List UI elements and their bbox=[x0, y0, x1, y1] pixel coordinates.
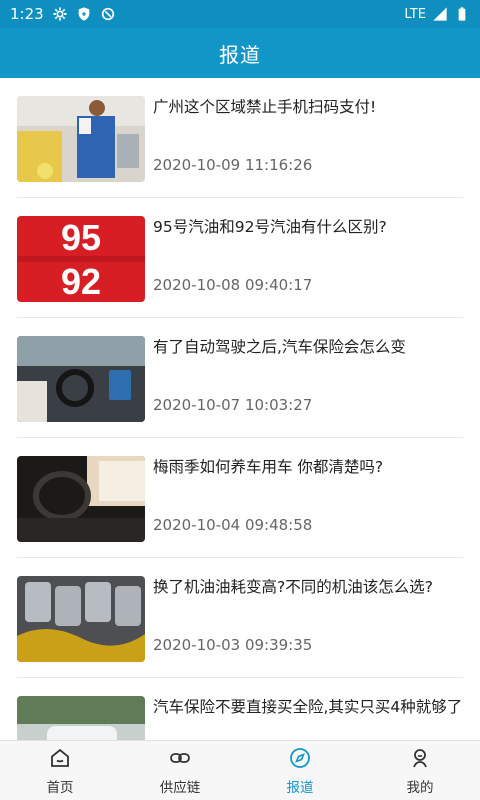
nav-profile-label: 我的 bbox=[406, 779, 434, 796]
news-date: 2020-10-03 09:39:35 bbox=[153, 636, 313, 654]
nav-home-label: 首页 bbox=[46, 779, 74, 796]
shield-icon bbox=[78, 7, 90, 21]
profile-icon bbox=[413, 748, 427, 767]
compass-icon bbox=[290, 747, 310, 768]
home-icon bbox=[51, 748, 69, 767]
battery-icon bbox=[458, 7, 466, 21]
news-item[interactable]: 95 92 95号汽油和92号汽油有什么区别? 2020-10-08 09:40… bbox=[17, 198, 463, 318]
nav-supply-chain-label: 供应链 bbox=[159, 779, 201, 796]
news-item[interactable]: 梅雨季如何养车用车 你都清楚吗? 2020-10-04 09:48:58 bbox=[17, 438, 463, 558]
news-item[interactable]: 有了自动驾驶之后,汽车保险会怎么变 2020-10-07 10:03:27 bbox=[17, 318, 463, 438]
status-bar: 1:23 LTE bbox=[0, 0, 480, 28]
news-date: 2020-10-07 10:03:27 bbox=[153, 396, 313, 414]
network-label: LTE bbox=[404, 6, 426, 22]
nav-report[interactable]: 报道 bbox=[240, 741, 360, 800]
nav-home[interactable]: 首页 bbox=[0, 741, 120, 800]
thumbnail-car-road bbox=[17, 696, 145, 740]
news-item[interactable]: 广州这个区域禁止手机扫码支付! 2020-10-09 11:16:26 bbox=[17, 78, 463, 198]
news-date: 2020-10-09 11:16:26 bbox=[153, 156, 313, 174]
news-item[interactable]: 换了机油油耗变高?不同的机油该怎么选? 2020-10-03 09:39:35 bbox=[17, 558, 463, 678]
news-title: 95号汽油和92号汽油有什么区别? bbox=[153, 218, 387, 236]
thumbnail-autonomous-car bbox=[17, 336, 145, 422]
page-title: 报道 bbox=[219, 42, 261, 67]
news-date: 2020-10-04 09:48:58 bbox=[153, 516, 313, 534]
app-bar: 报道 bbox=[0, 28, 480, 78]
status-right: LTE bbox=[404, 6, 470, 22]
nav-profile[interactable]: 我的 bbox=[360, 741, 480, 800]
news-date: 2020-10-08 09:40:17 bbox=[153, 276, 313, 294]
nav-supply-chain[interactable]: 供应链 bbox=[120, 741, 240, 800]
thumbnail-car-interior bbox=[17, 456, 145, 542]
news-title: 换了机油油耗变高?不同的机油该怎么选? bbox=[153, 578, 433, 596]
svg-text:95: 95 bbox=[61, 217, 101, 258]
gear-icon bbox=[53, 7, 67, 21]
signal-icon bbox=[433, 7, 447, 21]
thumbnail-gas-station bbox=[17, 96, 145, 182]
news-title: 广州这个区域禁止手机扫码支付! bbox=[153, 98, 377, 116]
thumbnail-engine-pistons bbox=[17, 576, 145, 662]
news-title: 梅雨季如何养车用车 你都清楚吗? bbox=[153, 458, 384, 476]
data-saver-icon bbox=[101, 7, 114, 21]
thumbnail-fuel-grade: 95 92 bbox=[17, 216, 145, 302]
svg-text:92: 92 bbox=[61, 261, 101, 302]
status-left: 1:23 bbox=[10, 5, 116, 23]
clock: 1:23 bbox=[10, 5, 44, 23]
news-list[interactable]: 广州这个区域禁止手机扫码支付! 2020-10-09 11:16:26 95 9… bbox=[0, 78, 480, 740]
bottom-navigation: 首页 供应链 报道 我的 bbox=[0, 740, 480, 800]
news-item[interactable]: 汽车保险不要直接买全险,其实只买4种就够了 bbox=[17, 678, 463, 740]
nav-report-label: 报道 bbox=[286, 779, 314, 796]
news-title: 有了自动驾驶之后,汽车保险会怎么变 bbox=[153, 338, 406, 356]
news-title: 汽车保险不要直接买全险,其实只买4种就够了 bbox=[153, 698, 463, 716]
link-icon bbox=[170, 752, 190, 763]
